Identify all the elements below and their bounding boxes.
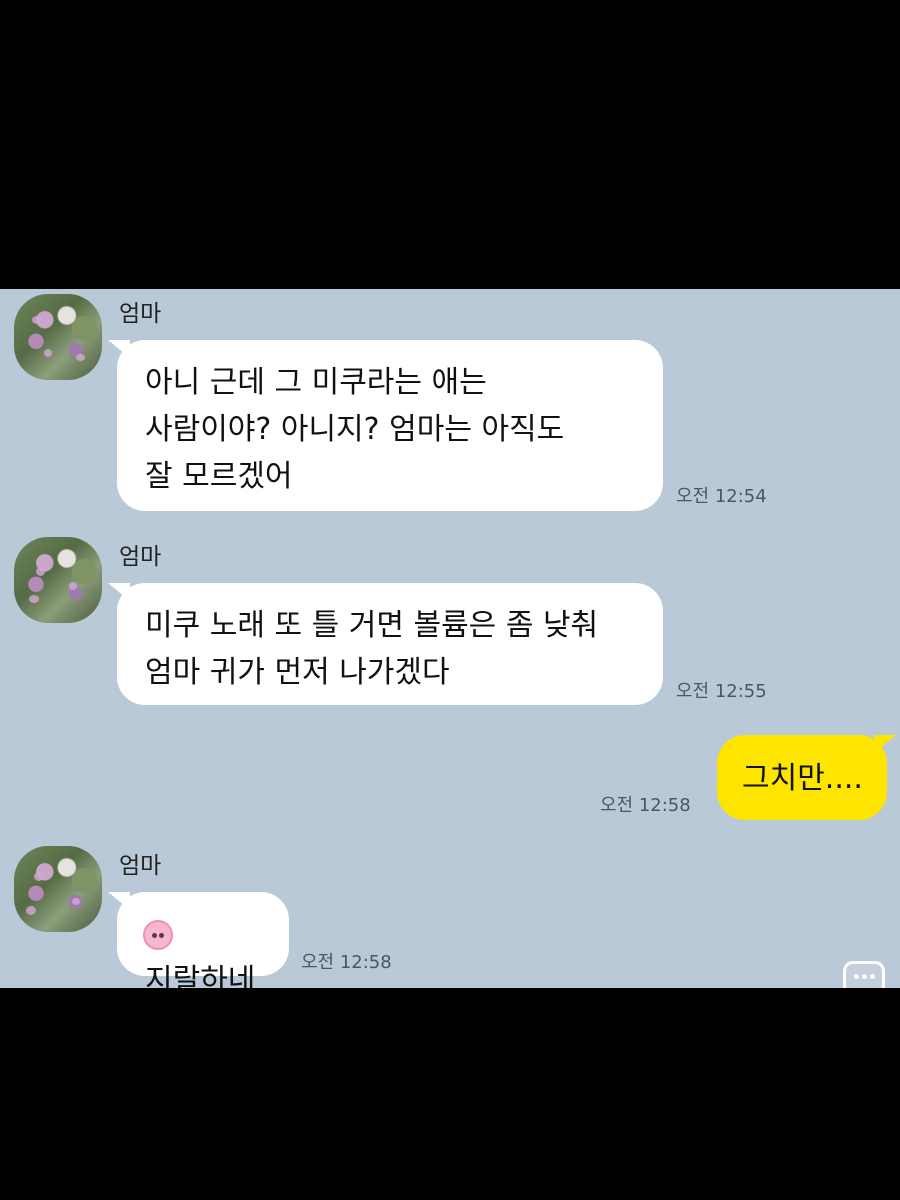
message-bubble[interactable]: 지랄하네 — [108, 892, 289, 988]
sender-name: 엄마 — [119, 853, 162, 879]
chat-menu-icon[interactable] — [843, 961, 885, 988]
message-bubble[interactable]: 미쿠 노래 또 틀 거면 볼륨은 좀 낮춰 엄마 귀가 먼저 나가겠다 — [108, 583, 663, 705]
sender-name: 엄마 — [119, 301, 162, 327]
sender-avatar[interactable] — [14, 846, 102, 932]
sender-avatar[interactable] — [14, 537, 102, 623]
message-bubble[interactable]: 아니 근데 그 미쿠라는 애는 사람이야? 아니지? 엄마는 아직도 잘 모르겠… — [108, 340, 663, 511]
chat-screen: 엄마 아니 근데 그 미쿠라는 애는 사람이야? 아니지? 엄마는 아직도 잘 … — [0, 289, 900, 988]
sender-avatar[interactable] — [14, 294, 102, 380]
message-time: 오전 12:58 — [301, 952, 392, 973]
message-text: 지랄하네 — [145, 963, 256, 988]
message-time: 오전 12:58 — [600, 795, 691, 816]
sender-name: 엄마 — [119, 544, 162, 570]
my-message-bubble[interactable]: 그치만.... — [717, 735, 896, 820]
message-time: 오전 12:55 — [676, 681, 767, 702]
censor-sticker-icon — [143, 920, 173, 950]
message-time: 오전 12:54 — [676, 486, 767, 507]
